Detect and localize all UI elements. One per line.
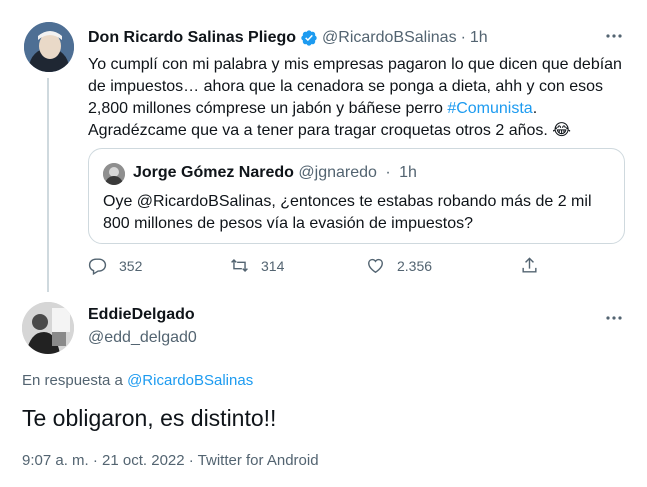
quoted-tweet[interactable]: Jorge Gómez Naredo @jgnaredo · 1h Oye @R… xyxy=(88,148,625,244)
tweet-text-line: de impuestos… ahora que la cenadora se p… xyxy=(88,78,604,95)
reply-author-name[interactable]: EddieDelgado xyxy=(88,306,195,324)
reply-text: Te obligaron, es distinto!! xyxy=(22,405,277,431)
tweet-text-line: Yo cumplí con mi palabra y mis empresas … xyxy=(88,56,622,73)
share-icon xyxy=(522,257,537,273)
more-icon[interactable] xyxy=(604,308,624,328)
reply-author-handle[interactable]: @edd_delgad0 xyxy=(88,329,197,347)
tweet-text-segment: 2,800 millones cómprese un jabón y báñes… xyxy=(88,100,448,117)
replying-to: En respuesta a @RicardoBSalinas xyxy=(22,372,253,389)
reply-meta[interactable]: 9:07 a. m. · 21 oct. 2022 · Twitter for … xyxy=(22,452,319,469)
reply-author-avatar-image xyxy=(22,302,74,354)
tweet-text-line: 2,800 millones cómprese un jabón y báñes… xyxy=(88,98,628,120)
replying-to-label: En respuesta a xyxy=(22,372,123,389)
quoted-author-avatar xyxy=(103,163,125,185)
tweet-text: Yo cumplí con mi palabra y mis empresas … xyxy=(88,54,628,142)
author-avatar[interactable] xyxy=(24,22,74,72)
author-handle[interactable]: @RicardoBSalinas xyxy=(322,29,457,47)
verified-badge-icon xyxy=(300,29,318,47)
separator-dot: · xyxy=(385,164,391,181)
hashtag-link[interactable]: #Comunista xyxy=(447,100,532,117)
tweet-text-segment: . xyxy=(532,100,538,117)
tweet-time[interactable]: 1h xyxy=(470,29,488,47)
quoted-text: Oye @RicardoBSalinas, ¿entonces te estab… xyxy=(103,191,608,235)
reply-icon xyxy=(88,258,107,275)
reply-count: 352 xyxy=(119,257,143,274)
like-button[interactable]: 2.356 xyxy=(366,256,432,275)
like-icon xyxy=(368,258,383,274)
more-icon[interactable] xyxy=(604,26,624,46)
retweet-button[interactable]: 314 xyxy=(230,256,284,275)
quoted-author-name: Jorge Gómez Naredo xyxy=(133,164,294,181)
like-count: 2.356 xyxy=(397,257,433,274)
quoted-author-handle: @jgnaredo xyxy=(298,164,377,181)
thread-line xyxy=(47,78,49,292)
separator-dot: · xyxy=(460,29,466,46)
share-button[interactable] xyxy=(520,256,539,275)
retweet-icon xyxy=(231,258,248,273)
quoted-text-line: Oye @RicardoBSalinas, ¿entonces te estab… xyxy=(103,193,592,210)
reply-button[interactable]: 352 xyxy=(88,256,142,275)
author-avatar-image xyxy=(24,22,74,72)
quoted-header: Jorge Gómez Naredo @jgnaredo · 1h xyxy=(133,164,417,182)
tweet-header: Don Ricardo Salinas Pliego @RicardoBSali… xyxy=(88,27,623,49)
tweet-text-line: Agradézcame que va a tener para tragar c… xyxy=(88,122,571,139)
quoted-text-line: 800 millones de pesos vía la evasión de … xyxy=(103,215,473,232)
quoted-time: 1h xyxy=(399,164,417,181)
reply-author-avatar[interactable] xyxy=(22,302,74,354)
retweet-count: 314 xyxy=(261,257,285,274)
replying-to-link[interactable]: @RicardoBSalinas xyxy=(127,372,253,389)
author-name[interactable]: Don Ricardo Salinas Pliego xyxy=(88,29,296,47)
tweet-actions: 352 314 2.356 xyxy=(88,256,548,280)
